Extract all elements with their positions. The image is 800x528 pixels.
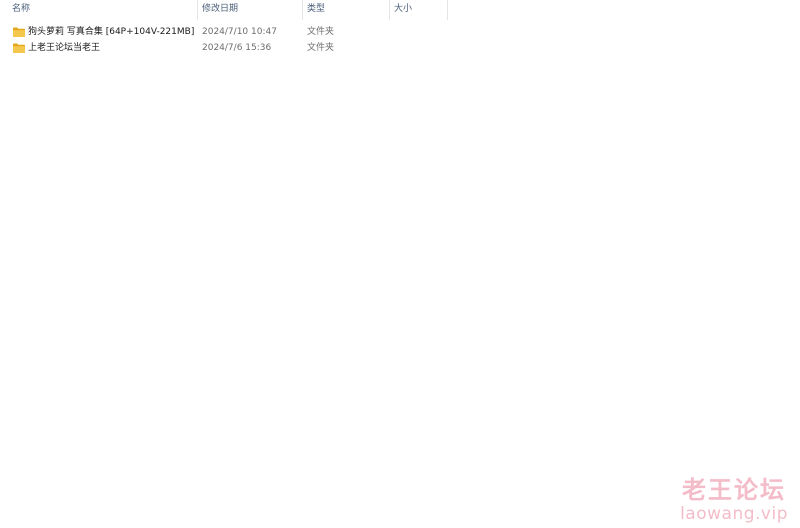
column-header-type[interactable]: 类型 — [303, 0, 390, 20]
folder-icon — [13, 27, 25, 37]
file-row[interactable]: 上老王论坛当老王 2024/7/6 15:36 文件夹 — [8, 40, 448, 56]
file-type: 文件夹 — [307, 43, 335, 53]
sort-ascending-icon: ^ — [108, 0, 115, 5]
column-header-date-label: 修改日期 — [202, 4, 239, 14]
file-row[interactable]: 狗头萝莉 写真合集 [64P+104V-221MB] 2024/7/10 10:… — [8, 24, 448, 40]
watermark-title: 老王论坛 — [682, 476, 787, 504]
column-header-name[interactable]: 名称 ^ — [8, 0, 198, 20]
column-header-bar: 名称 ^ 修改日期 类型 大小 — [0, 0, 800, 20]
column-header-name-label: 名称 — [12, 4, 31, 14]
file-name: 狗头萝莉 写真合集 [64P+104V-221MB] — [28, 27, 195, 37]
column-header-size[interactable]: 大小 — [390, 0, 448, 20]
column-header-date[interactable]: 修改日期 — [198, 0, 303, 20]
column-header-size-label: 大小 — [394, 4, 413, 14]
file-date-modified: 2024/7/6 15:36 — [202, 43, 272, 53]
file-date-modified: 2024/7/10 10:47 — [202, 27, 277, 37]
column-header-type-label: 类型 — [307, 4, 326, 14]
file-name: 上老王论坛当老王 — [28, 43, 101, 53]
file-type: 文件夹 — [307, 27, 335, 37]
folder-icon — [13, 43, 25, 53]
watermark-url: laowang.vip — [680, 504, 788, 524]
watermark: 老王论坛 laowang.vip — [680, 476, 788, 524]
